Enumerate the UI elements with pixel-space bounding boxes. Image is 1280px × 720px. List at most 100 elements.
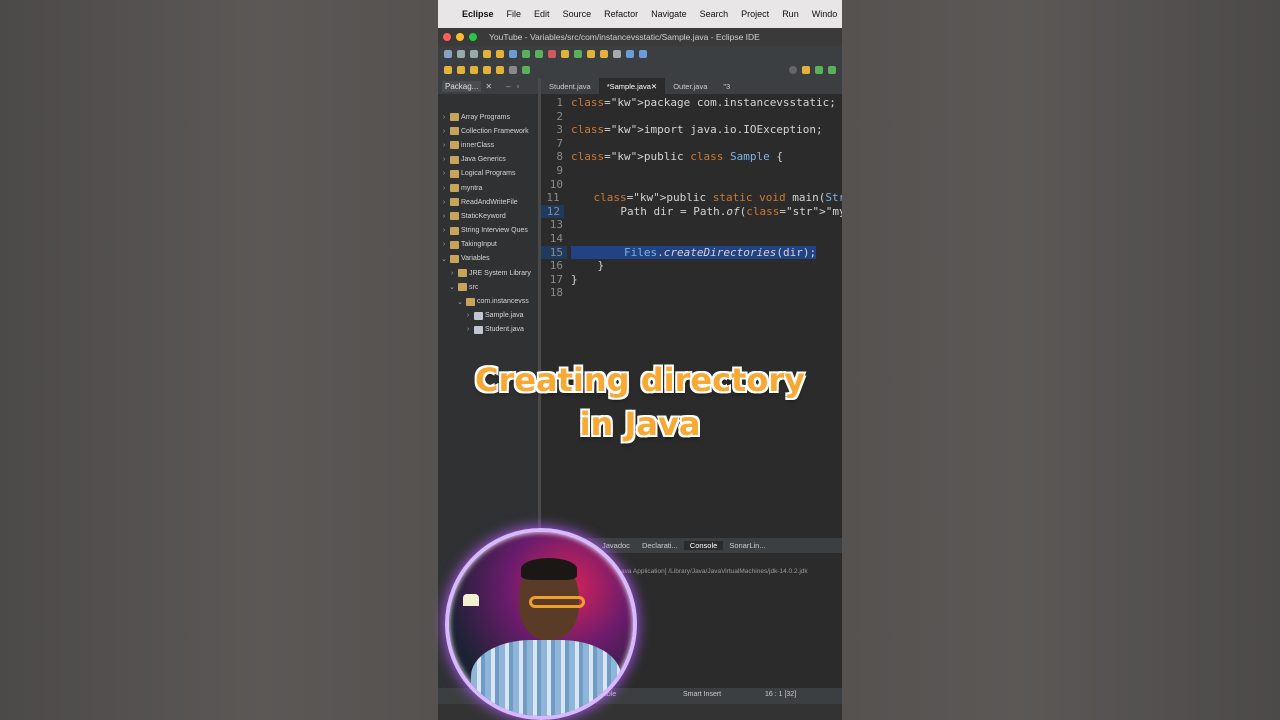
menu-refactor[interactable]: Refactor xyxy=(604,9,638,19)
chevron-right-icon[interactable]: › xyxy=(464,326,472,333)
menu-eclipse[interactable]: Eclipse xyxy=(462,9,494,19)
editor-tab[interactable]: "3 xyxy=(715,78,738,94)
console-tab[interactable]: Javadoc xyxy=(596,541,636,550)
search-icon[interactable] xyxy=(789,66,797,74)
menu-search[interactable]: Search xyxy=(700,9,729,19)
tree-item[interactable]: › String Interview Ques xyxy=(438,224,538,238)
toggle-icon[interactable] xyxy=(509,50,517,58)
tree-item[interactable]: › Array Programs xyxy=(438,110,538,124)
menu-run[interactable]: Run xyxy=(782,9,799,19)
tree-item[interactable]: › Logical Programs xyxy=(438,167,538,181)
code-line[interactable]: 10 xyxy=(541,178,842,192)
next-annotation-icon[interactable] xyxy=(457,66,465,74)
save-all-icon[interactable] xyxy=(470,50,478,58)
console-tab[interactable]: Declarati... xyxy=(636,541,684,550)
nav-forward-icon[interactable] xyxy=(509,66,517,74)
tree-item[interactable]: ⌄ Variables xyxy=(438,252,538,266)
refresh-icon[interactable] xyxy=(574,50,582,58)
chevron-right-icon[interactable]: › xyxy=(440,156,448,163)
console-tab[interactable]: Console xyxy=(683,541,724,550)
code-line[interactable]: 8 class="kw">public class Sample { xyxy=(541,150,842,164)
run-icon[interactable] xyxy=(535,50,543,58)
undo-icon[interactable] xyxy=(483,50,491,58)
tree-item[interactable]: › TakingInput xyxy=(438,238,538,252)
chevron-right-icon[interactable]: › xyxy=(440,114,448,121)
code-line[interactable]: 11 class="kw">public static void main(St… xyxy=(541,191,842,205)
code-line[interactable]: 7 xyxy=(541,137,842,151)
code-area[interactable]: 1 class="kw">package com.instancevsstatic… xyxy=(541,96,842,300)
debug-icon[interactable] xyxy=(522,50,530,58)
chevron-right-icon[interactable]: › xyxy=(440,227,448,234)
close-window-icon[interactable] xyxy=(443,33,451,41)
tree-item[interactable]: › JRE System Library xyxy=(438,266,538,280)
stop-icon[interactable] xyxy=(548,50,556,58)
chevron-down-icon[interactable]: ⌄ xyxy=(440,255,448,263)
code-line[interactable]: 13 xyxy=(541,218,842,232)
menu-edit[interactable]: Edit xyxy=(534,9,550,19)
chevron-right-icon[interactable]: › xyxy=(440,199,448,206)
code-line[interactable]: 15 Files.createDirectories(dir); xyxy=(541,245,842,260)
chevron-down-icon[interactable]: ⌄ xyxy=(448,283,456,291)
code-line[interactable]: 3 class="kw">import java.io.IOException; xyxy=(541,123,842,137)
tree-item[interactable]: › Sample.java xyxy=(438,309,538,323)
menu-source[interactable]: Source xyxy=(563,9,592,19)
chevron-right-icon[interactable]: › xyxy=(440,128,448,135)
annotation-icon[interactable] xyxy=(444,66,452,74)
java-perspective-icon[interactable] xyxy=(815,66,823,74)
new-icon[interactable] xyxy=(444,50,452,58)
code-line[interactable]: 12 Path dir = Path.of(class="str">"mydir… xyxy=(541,204,842,219)
chevron-right-icon[interactable]: › xyxy=(448,270,456,277)
code-line[interactable]: 2 xyxy=(541,110,842,124)
chevron-right-icon[interactable]: › xyxy=(440,213,448,220)
tree-item[interactable]: › Collection Framework xyxy=(438,124,538,138)
new-class-icon[interactable] xyxy=(561,50,569,58)
code-line[interactable]: 9 xyxy=(541,164,842,178)
mark-occurrences-icon[interactable] xyxy=(613,50,621,58)
code-line[interactable]: 16 } xyxy=(541,259,842,273)
close-icon[interactable]: ✕ xyxy=(485,82,492,91)
last-edit-icon[interactable] xyxy=(496,66,504,74)
forward-icon[interactable] xyxy=(483,66,491,74)
tree-item[interactable]: › ReadAndWriteFile xyxy=(438,195,538,209)
block-selection-icon[interactable] xyxy=(626,50,634,58)
perspective-icon[interactable] xyxy=(802,66,810,74)
editor-tab[interactable]: *Sample.java ✕ xyxy=(598,78,666,94)
chevron-right-icon[interactable]: › xyxy=(440,185,448,192)
minimize-icon[interactable]: – xyxy=(506,82,510,91)
menu-project[interactable]: Project xyxy=(741,9,769,19)
menu-navigate[interactable]: Navigate xyxy=(651,9,687,19)
editor-tab[interactable]: Outer.java xyxy=(665,78,715,94)
zoom-window-icon[interactable] xyxy=(469,33,477,41)
menu-file[interactable]: File xyxy=(507,9,522,19)
pin-editor-icon[interactable] xyxy=(522,66,530,74)
code-line[interactable]: 1 class="kw">package com.instancevsstatic… xyxy=(541,96,842,110)
code-line[interactable]: 14 xyxy=(541,232,842,246)
tree-item[interactable]: › StaticKeyword xyxy=(438,209,538,223)
tree-item[interactable]: ⌄ com.instancevss xyxy=(438,294,538,308)
console-tab[interactable]: SonarLin... xyxy=(723,541,771,550)
save-icon[interactable] xyxy=(457,50,465,58)
code-line[interactable]: 17} xyxy=(541,273,842,287)
chevron-right-icon[interactable]: › xyxy=(464,312,472,319)
code-line[interactable]: 18 xyxy=(541,286,842,300)
editor-tab[interactable]: Student.java xyxy=(541,78,599,94)
chevron-right-icon[interactable]: › xyxy=(440,170,448,177)
search-tool-icon[interactable] xyxy=(600,50,608,58)
menu-window[interactable]: Windo xyxy=(812,9,838,19)
tree-item[interactable]: ⌄ src xyxy=(438,280,538,294)
package-explorer-tab[interactable]: Packag... ✕ – ▫ xyxy=(438,78,538,94)
tree-item[interactable]: › innerClass xyxy=(438,138,538,152)
show-whitespace-icon[interactable] xyxy=(639,50,647,58)
open-type-icon[interactable] xyxy=(587,50,595,58)
maximize-icon[interactable]: ▫ xyxy=(517,82,520,91)
tree-item[interactable]: › Java Generics xyxy=(438,153,538,167)
redo-icon[interactable] xyxy=(496,50,504,58)
chevron-right-icon[interactable]: › xyxy=(440,241,448,248)
debug-perspective-icon[interactable] xyxy=(828,66,836,74)
minimize-window-icon[interactable] xyxy=(456,33,464,41)
chevron-down-icon[interactable]: ⌄ xyxy=(456,298,464,306)
tree-item[interactable]: › Student.java xyxy=(438,323,538,337)
tree-item[interactable]: › myntra xyxy=(438,181,538,195)
back-icon[interactable] xyxy=(470,66,478,74)
close-tab-icon[interactable]: ✕ xyxy=(651,82,657,91)
